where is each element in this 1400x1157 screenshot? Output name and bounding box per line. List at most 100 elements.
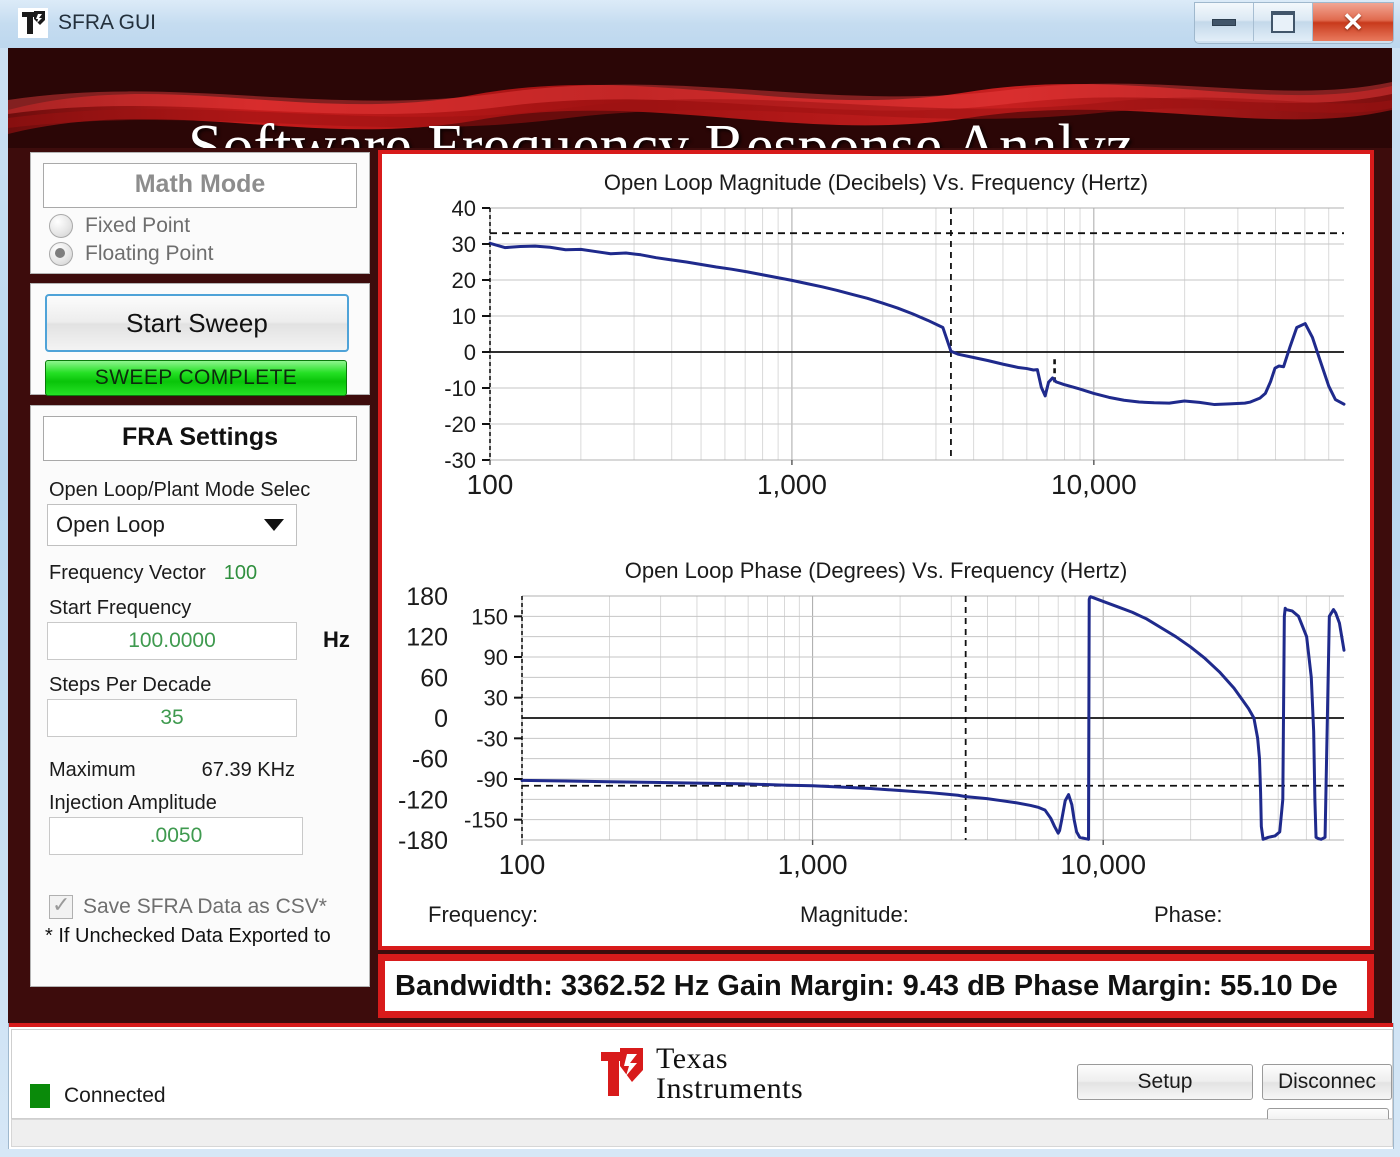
maximum-row: Maximum 67.39 KHz [31, 759, 369, 782]
csv-note: * If Unchecked Data Exported to [45, 925, 331, 947]
plot-inner: Open Loop Magnitude (Decibels) Vs. Frequ… [382, 154, 1370, 946]
svg-text:-90: -90 [476, 767, 508, 792]
results-text: Bandwidth: 3362.52 Hz Gain Margin: 9.43 … [395, 969, 1338, 1002]
svg-text:10: 10 [452, 304, 476, 329]
status-strip [11, 1119, 1393, 1147]
svg-text:30: 30 [484, 686, 508, 711]
sweep-panel: Start Sweep SWEEP COMPLETE [30, 283, 370, 396]
window-title: SFRA GUI [58, 11, 157, 34]
footer-bar: Connected Texas Instruments Setup Discon… [8, 1023, 1394, 1149]
readout-magnitude-label: Magnitude: [800, 902, 909, 927]
frequency-vector-row: Frequency Vector 100 [31, 562, 369, 585]
window-controls: ✕ [1194, 2, 1394, 44]
minimize-button[interactable] [1195, 3, 1254, 41]
injection-amplitude-input[interactable]: .0050 [49, 817, 303, 855]
injection-amplitude-label: Injection Amplitude [49, 792, 217, 814]
minimize-icon [1212, 18, 1236, 26]
ti-logo: Texas Instruments [596, 1044, 803, 1104]
svg-text:10,000: 10,000 [1060, 849, 1146, 880]
plot-container: Open Loop Magnitude (Decibels) Vs. Frequ… [378, 150, 1374, 950]
radio-floating-point-label: Floating Point [85, 242, 214, 265]
mode-select-label: Open Loop/Plant Mode Selec [49, 479, 311, 501]
app-banner: Software Frequency Response Analyz [8, 48, 1392, 148]
readout-phase-label: Phase: [1154, 902, 1223, 927]
math-mode-header: Math Mode [43, 163, 357, 208]
footer-red-rule [9, 1023, 1393, 1027]
maximum-value: 67.39 KHz [201, 759, 296, 781]
mode-select-value: Open Loop [56, 512, 165, 537]
maximize-button[interactable] [1254, 3, 1313, 41]
svg-text:120: 120 [406, 624, 448, 652]
steps-per-decade-value: 35 [160, 706, 184, 729]
start-frequency-input[interactable]: 100.0000 [47, 622, 297, 660]
ti-logo-line2: Instruments [656, 1072, 804, 1105]
svg-text:90: 90 [484, 645, 508, 670]
maximize-icon [1271, 11, 1295, 33]
maximum-label: Maximum [49, 759, 136, 781]
svg-text:-20: -20 [444, 412, 476, 437]
chevron-down-icon [264, 519, 284, 531]
disconnect-button[interactable]: Disconnec [1262, 1064, 1392, 1100]
svg-text:-60: -60 [412, 746, 448, 774]
steps-per-decade-label: Steps Per Decade [49, 674, 212, 696]
svg-text:-120: -120 [398, 786, 448, 814]
svg-text:1,000: 1,000 [778, 849, 848, 880]
phase-chart: 150 90 30 -30 -90 -150 180 120 60 0 -60 -120 -180 100… [398, 583, 1346, 880]
steps-per-decade-input[interactable]: 35 [47, 699, 297, 737]
save-csv-label: Save SFRA Data as CSV* [83, 895, 327, 918]
close-button[interactable]: ✕ [1313, 3, 1393, 41]
radio-floating-point-icon[interactable] [49, 242, 73, 266]
svg-text:10,000: 10,000 [1051, 469, 1137, 500]
app-window: SFRA GUI ✕ Software Frequency Response A… [0, 0, 1400, 1157]
fra-settings-title: FRA Settings [121, 423, 279, 451]
start-sweep-button[interactable]: Start Sweep [45, 294, 349, 352]
cursor-readouts: Frequency: Magnitude: Phase: [382, 902, 1370, 938]
connection-indicator-icon [30, 1084, 50, 1108]
svg-text:40: 40 [452, 196, 476, 221]
svg-text:-150: -150 [464, 808, 508, 833]
frequency-vector-label: Frequency Vector [49, 562, 206, 584]
footer-main: Connected Texas Instruments Setup Discon… [11, 1029, 1393, 1138]
sweep-status-badge: SWEEP COMPLETE [45, 360, 347, 396]
fra-settings-panel: FRA Settings Open Loop/Plant Mode Selec … [30, 405, 370, 987]
radio-floating-point[interactable]: Floating Point [31, 240, 369, 268]
svg-text:0: 0 [434, 705, 448, 733]
svg-text:150: 150 [471, 604, 508, 629]
save-csv-row[interactable]: Save SFRA Data as CSV* [31, 892, 369, 919]
frequency-vector-value: 100 [223, 562, 258, 584]
close-icon: ✕ [1342, 7, 1364, 37]
connection-status-label: Connected [64, 1084, 166, 1107]
svg-text:30: 30 [452, 232, 476, 257]
banner-title: Software Frequency Response Analyz [188, 113, 1134, 148]
save-csv-checkbox[interactable] [49, 892, 73, 919]
ti-logo-mark-icon [596, 1046, 646, 1102]
mode-select-dropdown[interactable]: Open Loop [47, 504, 297, 546]
injection-amplitude-value: .0050 [149, 824, 203, 847]
radio-fixed-point-icon[interactable] [49, 214, 73, 238]
svg-text:-10: -10 [444, 376, 476, 401]
start-frequency-value: 100.0000 [128, 629, 216, 652]
ti-logo-icon [18, 8, 48, 38]
results-inner: Bandwidth: 3362.52 Hz Gain Margin: 9.43 … [385, 961, 1367, 1011]
connection-status: Connected [30, 1084, 166, 1108]
svg-text:-180: -180 [398, 827, 448, 855]
main-body: Math Mode Fixed Point Floating Point Sta… [8, 148, 1392, 1023]
svg-text:60: 60 [420, 664, 448, 692]
results-bar: Bandwidth: 3362.52 Hz Gain Margin: 9.43 … [378, 954, 1374, 1018]
svg-text:20: 20 [452, 268, 476, 293]
radio-fixed-point[interactable]: Fixed Point [31, 212, 369, 240]
start-frequency-label: Start Frequency [49, 597, 192, 619]
start-frequency-unit: Hz [323, 627, 350, 652]
svg-text:-30: -30 [476, 726, 508, 751]
math-mode-panel: Math Mode Fixed Point Floating Point [30, 152, 370, 274]
readout-frequency-label: Frequency: [428, 902, 539, 927]
radio-fixed-point-label: Fixed Point [85, 214, 191, 237]
math-mode-title: Math Mode [134, 170, 266, 198]
fra-settings-header: FRA Settings [43, 416, 357, 461]
svg-text:100: 100 [467, 469, 514, 500]
svg-text:0: 0 [464, 340, 476, 365]
title-bar: SFRA GUI ✕ [0, 0, 1400, 48]
svg-text:100: 100 [499, 849, 546, 880]
ti-logo-line1: Texas [656, 1042, 729, 1075]
setup-button[interactable]: Setup [1077, 1064, 1253, 1100]
